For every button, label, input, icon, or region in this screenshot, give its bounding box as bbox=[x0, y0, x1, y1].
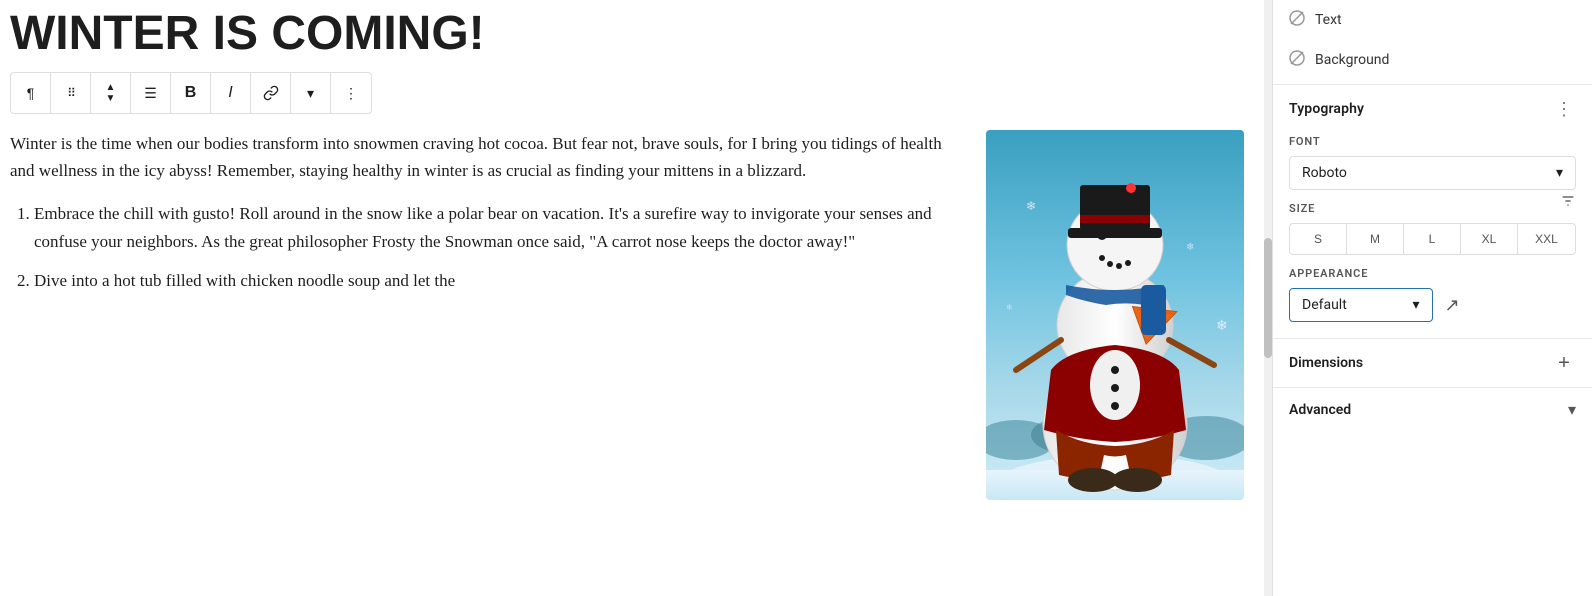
text-label: Text bbox=[1315, 12, 1342, 28]
scrollbar[interactable] bbox=[1264, 0, 1272, 596]
appearance-select[interactable]: Default ▾ bbox=[1289, 288, 1433, 322]
appearance-dropdown-icon: ▾ bbox=[1412, 297, 1419, 313]
size-filter-icon[interactable] bbox=[1560, 193, 1576, 213]
more-options-dropdown[interactable]: ▾ bbox=[291, 73, 331, 113]
scrollbar-thumb[interactable] bbox=[1264, 238, 1272, 358]
typography-title: Typography bbox=[1289, 101, 1364, 117]
main-paragraph[interactable]: Winter is the time when our bodies trans… bbox=[10, 130, 966, 184]
size-label: SIZE bbox=[1289, 202, 1315, 215]
link-icon bbox=[263, 85, 279, 101]
typography-section: Typography ⋮ FONT Roboto ▾ SIZE S M bbox=[1273, 85, 1592, 339]
snowman-illustration: ❄ ❄ ❄ ❄ bbox=[986, 130, 1244, 500]
right-sidebar: Text Background Typography ⋮ FONT Roboto… bbox=[1272, 0, 1592, 596]
appearance-value: Default bbox=[1302, 297, 1347, 313]
main-editor: WINTER IS COMING! ¶ ⠿ ▲▼ ☰ B I ▾ bbox=[0, 0, 1264, 596]
svg-text:❄: ❄ bbox=[1186, 242, 1194, 253]
size-xxl-button[interactable]: XXL bbox=[1518, 224, 1575, 254]
size-grid: S M L XL XXL bbox=[1289, 223, 1576, 255]
italic-button[interactable]: I bbox=[211, 73, 251, 113]
align-button[interactable]: ☰ bbox=[131, 73, 171, 113]
typography-menu-icon: ⋮ bbox=[1555, 99, 1573, 120]
text-style-item[interactable]: Text bbox=[1273, 0, 1592, 40]
advanced-header: Advanced ▾ bbox=[1289, 400, 1576, 420]
background-disabled-icon bbox=[1289, 50, 1305, 70]
list-content: Embrace the chill with gusto! Roll aroun… bbox=[10, 200, 966, 294]
plus-icon: + bbox=[1558, 352, 1570, 375]
move-button[interactable]: ▲▼ bbox=[91, 73, 131, 113]
advanced-section: Advanced ▾ bbox=[1273, 388, 1592, 432]
list-item-1[interactable]: Embrace the chill with gusto! Roll aroun… bbox=[34, 200, 966, 254]
paragraph-button[interactable]: ¶ bbox=[11, 73, 51, 113]
appearance-row: Default ▾ ↗ bbox=[1289, 288, 1576, 322]
size-s-button[interactable]: S bbox=[1290, 224, 1347, 254]
typography-menu-button[interactable]: ⋮ bbox=[1552, 97, 1576, 121]
text-disabled-icon bbox=[1289, 10, 1305, 30]
size-m-button[interactable]: M bbox=[1347, 224, 1404, 254]
block-toolbar: ¶ ⠿ ▲▼ ☰ B I ▾ ⋮ bbox=[10, 72, 372, 114]
snowman-image: ❄ ❄ ❄ ❄ bbox=[986, 130, 1244, 500]
size-l-button[interactable]: L bbox=[1404, 224, 1461, 254]
link-button[interactable] bbox=[251, 73, 291, 113]
dimensions-add-button[interactable]: + bbox=[1552, 351, 1576, 375]
content-area: Winter is the time when our bodies trans… bbox=[10, 130, 1244, 500]
font-value: Roboto bbox=[1302, 165, 1347, 181]
block-options-button[interactable]: ⋮ bbox=[331, 73, 371, 113]
font-select[interactable]: Roboto ▾ bbox=[1289, 156, 1576, 190]
advanced-toggle-button[interactable]: ▾ bbox=[1568, 400, 1576, 420]
background-label: Background bbox=[1315, 52, 1389, 68]
font-dropdown-icon: ▾ bbox=[1556, 165, 1563, 181]
size-header: SIZE bbox=[1289, 190, 1576, 215]
page-title: WINTER IS COMING! bbox=[10, 10, 1244, 60]
chevron-down-icon: ▾ bbox=[1568, 402, 1576, 419]
drag-button[interactable]: ⠿ bbox=[51, 73, 91, 113]
typography-header: Typography ⋮ bbox=[1289, 97, 1576, 121]
svg-text:❄: ❄ bbox=[1216, 318, 1228, 334]
text-content[interactable]: Winter is the time when our bodies trans… bbox=[10, 130, 966, 500]
bold-button[interactable]: B bbox=[171, 73, 211, 113]
dimensions-header: Dimensions + bbox=[1289, 351, 1576, 375]
dimensions-title: Dimensions bbox=[1289, 355, 1363, 371]
size-xl-button[interactable]: XL bbox=[1461, 224, 1518, 254]
dimensions-section: Dimensions + bbox=[1273, 339, 1592, 388]
cursor-indicator: ↗ bbox=[1445, 295, 1460, 316]
svg-text:❄: ❄ bbox=[1026, 199, 1036, 213]
advanced-title: Advanced bbox=[1289, 402, 1351, 418]
list-item-2[interactable]: Dive into a hot tub filled with chicken … bbox=[34, 267, 966, 294]
appearance-label: APPEARANCE bbox=[1289, 267, 1576, 280]
background-style-item[interactable]: Background bbox=[1273, 40, 1592, 85]
svg-text:❄: ❄ bbox=[1006, 303, 1013, 312]
font-label: FONT bbox=[1289, 135, 1576, 148]
